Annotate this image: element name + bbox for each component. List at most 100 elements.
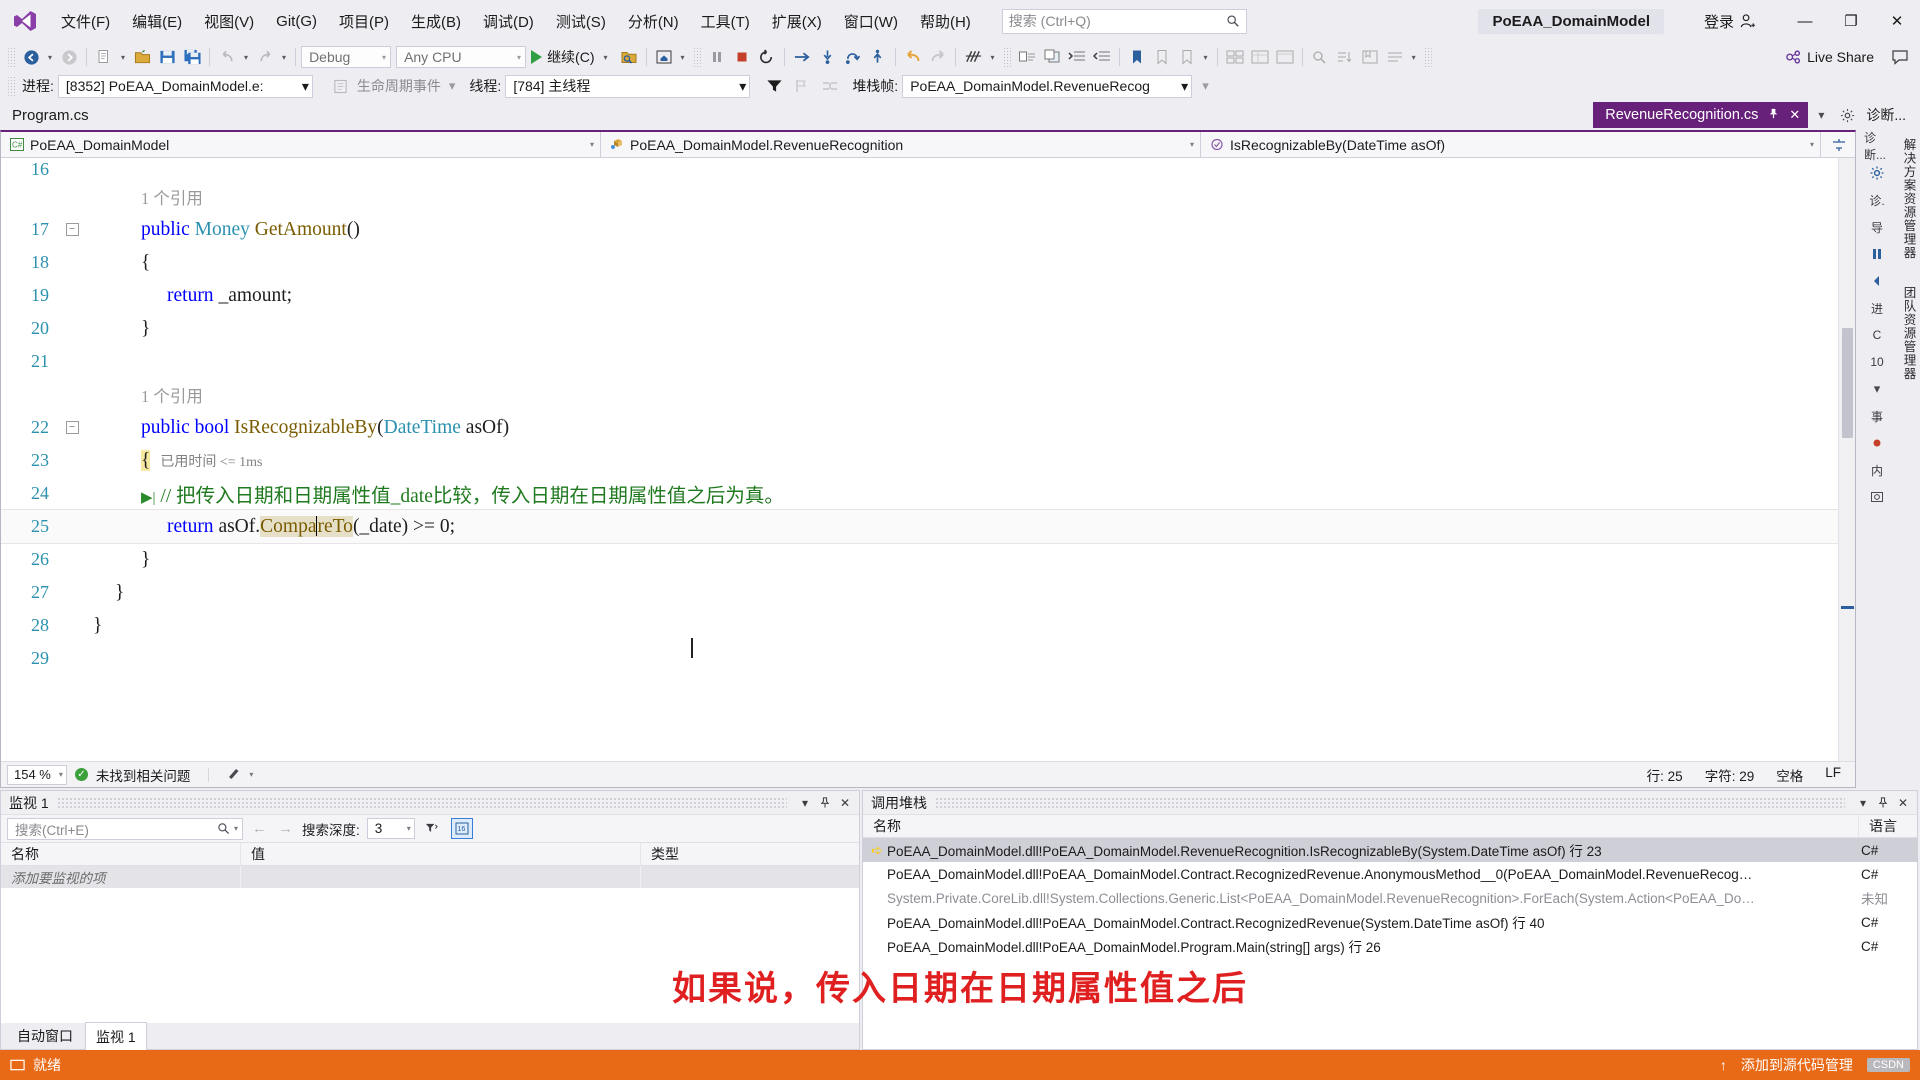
code-line-comment[interactable]: 24 ▶| // 把传入日期和日期属性值_date比较，传入日期在日期属性值之后… xyxy=(1,477,1838,510)
prev-bookmark-icon[interactable] xyxy=(1175,45,1199,69)
callstack-row-active[interactable]: ➪ PoEAA_DomainModel.dll!PoEAA_DomainMode… xyxy=(863,838,1917,862)
save-icon[interactable] xyxy=(155,45,179,69)
team-explorer-dock-label[interactable]: 团队资源管理器 xyxy=(1900,286,1919,381)
panel-drag-dots[interactable] xyxy=(56,796,787,809)
fold-toggle[interactable]: − xyxy=(59,421,85,434)
stop-square-icon[interactable] xyxy=(730,45,754,69)
feedback-icon[interactable] xyxy=(1888,45,1912,69)
find-in-files-icon[interactable] xyxy=(1308,45,1332,69)
callstack-panel-header[interactable]: 调用堆栈 ▾ ✕ xyxy=(863,791,1917,815)
menu-debug[interactable]: 调试(D) xyxy=(472,7,545,36)
menu-help[interactable]: 帮助(H) xyxy=(909,7,982,36)
new-file-icon[interactable] xyxy=(92,45,116,69)
object-browser-icon[interactable] xyxy=(1273,45,1297,69)
menu-view[interactable]: 视图(V) xyxy=(193,7,265,36)
funnel-filter-icon[interactable] xyxy=(762,74,786,98)
callstack-drag-dots[interactable] xyxy=(935,796,1845,809)
restart-icon[interactable] xyxy=(755,45,779,69)
menu-extensions[interactable]: 扩展(X) xyxy=(761,7,833,36)
menu-window[interactable]: 窗口(W) xyxy=(833,7,909,36)
code-line[interactable]: 29 xyxy=(1,642,1838,675)
tab-watch-1[interactable]: 监视 1 xyxy=(85,1021,147,1051)
nav-member-combo[interactable]: IsRecognizableBy(DateTime asOf) ▾ xyxy=(1201,132,1821,157)
close-icon[interactable]: ✕ xyxy=(1789,107,1800,123)
gear-icon[interactable] xyxy=(1864,161,1890,185)
uncomment-lines-icon[interactable] xyxy=(1040,45,1064,69)
hot-reload-caret[interactable]: ▾ xyxy=(987,53,999,62)
extra-caret[interactable]: ▾ xyxy=(1408,53,1420,62)
zoom-level-combo[interactable]: 154 % ▾ xyxy=(7,764,67,785)
toolbar-grip-4[interactable] xyxy=(1423,47,1432,67)
comment-lines-icon[interactable] xyxy=(1015,45,1039,69)
sign-in-button[interactable]: 登录 xyxy=(1704,11,1756,32)
arrow-left-icon[interactable]: ← xyxy=(250,820,269,837)
home-icon[interactable] xyxy=(652,45,676,69)
lifecycle-events-icon[interactable] xyxy=(329,74,353,98)
code-line[interactable]: 26 } xyxy=(1,543,1838,576)
menu-build[interactable]: 生成(B) xyxy=(400,7,472,36)
step-out-icon[interactable] xyxy=(866,45,890,69)
thread-combo[interactable]: [784] 主线程 ▾ xyxy=(505,74,751,98)
increase-indent-icon[interactable] xyxy=(1065,45,1089,69)
diagnostics-label-icon[interactable]: 诊断... xyxy=(1864,131,1890,162)
attach-process-icon[interactable] xyxy=(617,45,641,69)
code-line[interactable]: 28 } xyxy=(1,609,1838,642)
snapshot-rail-icon[interactable] xyxy=(1864,485,1890,509)
bookmark-icon[interactable] xyxy=(1125,45,1149,69)
navigate-back-icon[interactable] xyxy=(19,45,43,69)
codelens-reference-count[interactable]: 1 个引用 xyxy=(137,383,1838,407)
redo-dropdown-caret[interactable]: ▾ xyxy=(278,53,290,62)
cpu-rail-icon[interactable]: C xyxy=(1864,323,1890,347)
tab-revenuerecognition-cs[interactable]: RevenueRecognition.cs ✕ xyxy=(1593,102,1809,128)
expand-comment-arrow-icon[interactable]: ▶| xyxy=(141,490,156,506)
watch-pin-icon[interactable] xyxy=(815,793,835,813)
hex-display-icon[interactable]: 16 xyxy=(450,818,473,839)
code-line-current[interactable]: ➪ 23 {已用时间 <= 1ms xyxy=(1,444,1838,477)
watch-panel-header[interactable]: 监视 1 ▾ ✕ xyxy=(1,791,859,815)
show-next-statement-icon[interactable] xyxy=(790,45,815,69)
diagnostics-button[interactable]: 诊断... xyxy=(1860,105,1912,125)
toolbar-grip-2[interactable] xyxy=(692,47,701,67)
watch-row-add[interactable]: 添加要监视的项 xyxy=(1,866,859,888)
tab-program-cs[interactable]: Program.cs xyxy=(0,104,101,130)
nav-project-combo[interactable]: C# PoEAA_DomainModel ▾ xyxy=(1,132,601,157)
debug-toolbar-grip[interactable] xyxy=(7,76,15,96)
callstack-column-language[interactable]: 语言 xyxy=(1859,815,1917,837)
split-view-icon[interactable] xyxy=(1821,132,1855,157)
live-share-button[interactable]: Live Share xyxy=(1781,49,1878,65)
home-dropdown-caret[interactable]: ▾ xyxy=(677,53,689,62)
next-bookmark-icon[interactable] xyxy=(1150,45,1174,69)
callstack-row[interactable]: PoEAA_DomainModel.dll!PoEAA_DomainModel.… xyxy=(863,862,1917,886)
callstack-rows[interactable]: ➪ PoEAA_DomainModel.dll!PoEAA_DomainMode… xyxy=(863,838,1917,1049)
process-combo[interactable]: [8352] PoEAA_DomainModel.e: ▾ xyxy=(57,74,313,98)
code-line[interactable]: 21 xyxy=(1,345,1838,378)
overflow-chevron-icon[interactable]: ▾ xyxy=(1196,78,1209,94)
back-dropdown-caret[interactable]: ▾ xyxy=(44,53,56,62)
codelens-reference-count[interactable]: 1 个引用 xyxy=(137,185,1838,209)
pause-rail-icon[interactable] xyxy=(1864,242,1890,266)
bookmark-caret[interactable]: ▾ xyxy=(1200,53,1212,62)
pause-icon[interactable] xyxy=(705,45,729,69)
decrease-indent-icon[interactable] xyxy=(1090,45,1114,69)
build-configuration-combo[interactable]: Debug ▾ xyxy=(301,46,392,68)
heap-rail-icon[interactable]: 内 xyxy=(1864,458,1890,482)
open-folder-icon[interactable] xyxy=(130,45,154,69)
search-depth-combo[interactable]: 3 ▾ xyxy=(366,818,415,839)
solution-explorer-dock-label[interactable]: 解决方案资源管理器 xyxy=(1900,138,1919,260)
replace-icon[interactable] xyxy=(1333,45,1357,69)
upload-arrow-icon[interactable]: ↑ xyxy=(1720,1057,1727,1073)
callstack-column-name[interactable]: 名称 xyxy=(863,815,1859,837)
parallel-stacks-icon[interactable] xyxy=(818,74,842,98)
events-rail-icon[interactable]: 事 xyxy=(1864,404,1890,428)
save-all-icon[interactable] xyxy=(180,45,204,69)
fold-toggle[interactable]: − xyxy=(59,223,85,236)
navigate-forward-icon[interactable] xyxy=(57,45,81,69)
platform-combo[interactable]: Any CPU ▾ xyxy=(396,46,527,68)
callstack-row-external[interactable]: System.Private.CoreLib.dll!System.Collec… xyxy=(863,886,1917,910)
watch-close-icon[interactable]: ✕ xyxy=(835,793,855,813)
scrollbar-thumb[interactable] xyxy=(1842,328,1853,438)
menu-tools[interactable]: 工具(T) xyxy=(690,7,761,36)
code-line[interactable]: 22 − public bool IsRecognizableBy(DateTi… xyxy=(1,411,1838,444)
properties-window-icon[interactable] xyxy=(1248,45,1272,69)
callstack-chevron-down-icon[interactable]: ▾ xyxy=(1853,793,1873,813)
